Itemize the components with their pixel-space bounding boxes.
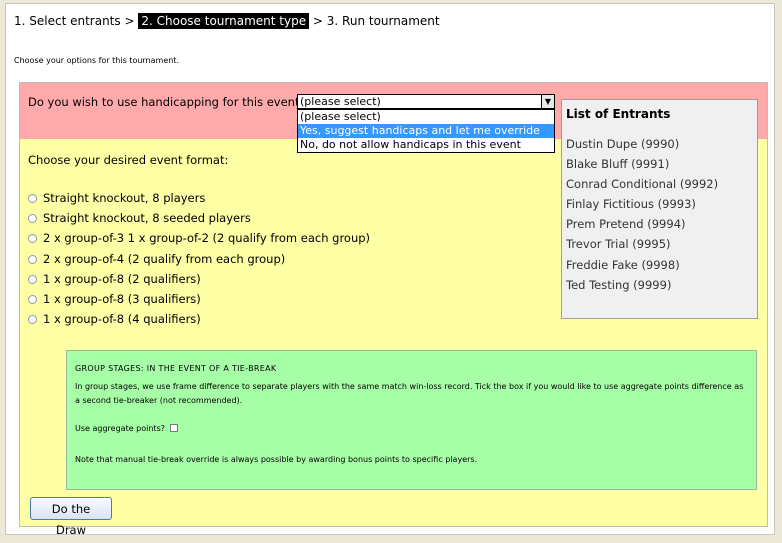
handicap-dropdown-list: (please select) Yes, suggest handicaps a… [297,109,555,153]
entrant-item: Conrad Conditional (9992) [566,177,719,192]
handicap-option[interactable]: (please select) [298,110,554,124]
radio-button[interactable] [28,194,37,203]
entrants-list: Dustin Dupe (9990) Blake Bluff (9991) Co… [566,137,718,298]
tiebreak-title: GROUP STAGES: IN THE EVENT OF A TIE-BREA… [75,364,277,373]
options-form: Do you wish to use handicapping for this… [19,82,768,537]
radio-button[interactable] [28,254,37,264]
format-option[interactable]: 1 x group-of-8 (3 qualifiers) [28,292,370,312]
format-option[interactable]: Straight knockout, 8 seeded players [28,211,370,231]
radio-button[interactable] [28,274,37,284]
entrant-item: Dustin Dupe (9990) [566,137,680,151]
step-separator: > [124,14,135,28]
entrant-item: Trevor Trial (9995) [566,237,671,252]
tiebreak-note: Note that manual tie-break override is a… [75,455,478,464]
aggregate-points-label: Use aggregate points? [75,424,165,433]
format-option[interactable]: Straight knockout, 8 players [28,191,370,211]
step-separator: > [312,14,323,28]
entrant-item: Blake Bluff (9991) [566,157,670,172]
handicap-select[interactable]: (please select) ▼ [297,94,555,109]
format-option-label: 2 x group-of-3 1 x group-of-2 (2 qualify… [43,231,371,246]
format-option-label: Straight knockout, 8 players [43,191,206,205]
format-option[interactable]: 1 x group-of-8 (4 qualifiers) [28,312,370,332]
step-select-entrants[interactable]: 1. Select entrants [14,14,121,28]
entrant-item: Freddie Fake (9998) [566,257,680,272]
format-option[interactable]: 2 x group-of-4 (2 qualify from each grou… [28,252,370,272]
intro-text: Choose your options for this tournament. [14,56,179,65]
radio-button[interactable] [28,214,37,224]
page: 1. Select entrants > 2. Choose tournamen… [5,3,775,537]
handicap-option-highlighted[interactable]: Yes, suggest handicaps and let me overri… [298,124,554,138]
aggregate-points-checkbox[interactable] [169,424,178,432]
tiebreak-description: In group stages, we use frame difference… [75,382,744,405]
radio-button[interactable] [28,234,37,244]
step-choose-tournament-type: 2. Choose tournament type [138,13,310,29]
radio-button[interactable] [28,294,37,304]
format-option-label: Straight knockout, 8 seeded players [43,211,251,226]
entrant-item: Ted Testing (9999) [566,277,672,292]
step-run-tournament: 3. Run tournament [326,14,440,28]
entrants-panel: List of Entrants Dustin Dupe (9990) Blak… [561,99,758,319]
do-the-draw-button[interactable]: Do the Draw [30,497,112,537]
handicap-option[interactable]: No, do not allow handicaps in this event [298,138,554,152]
breadcrumb: 1. Select entrants > 2. Choose tournamen… [14,13,440,29]
format-option-label: 1 x group-of-8 (4 qualifiers) [43,312,201,327]
format-option[interactable]: 2 x group-of-3 1 x group-of-2 (2 qualify… [28,231,370,251]
handicap-question: Do you wish to use handicapping for this… [28,95,306,109]
tiebreak-panel: GROUP STAGES: IN THE EVENT OF A TIE-BREA… [66,350,757,490]
format-option-label: 1 x group-of-8 (2 qualifiers) [43,271,201,286]
radio-button[interactable] [28,315,37,325]
dropdown-arrow-icon[interactable]: ▼ [541,95,554,108]
format-label: Choose your desired event format: [28,153,229,167]
format-option[interactable]: 1 x group-of-8 (2 qualifiers) [28,272,370,292]
entrants-title: List of Entrants [566,107,671,121]
format-option-label: 1 x group-of-8 (3 qualifiers) [43,291,201,306]
aggregate-points-row: Use aggregate points? [75,424,178,433]
entrant-item: Finlay Fictitious (9993) [566,197,696,212]
format-radio-group: Straight knockout, 8 players Straight kn… [28,191,370,332]
entrant-item: Prem Pretend (9994) [566,217,686,232]
format-option-label: 2 x group-of-4 (2 qualify from each grou… [43,251,286,266]
handicap-select-value: (please select) [300,95,381,108]
